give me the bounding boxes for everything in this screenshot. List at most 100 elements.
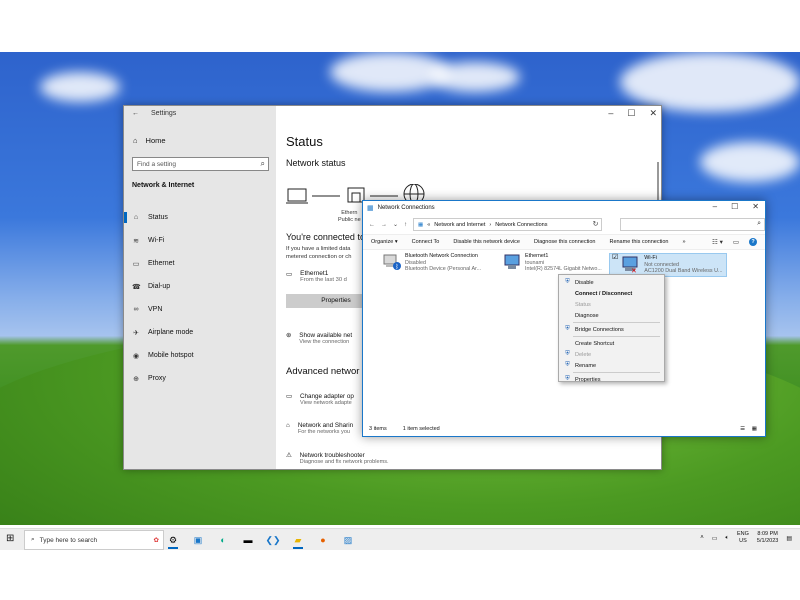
search-input[interactable]: ⌕ — [620, 218, 765, 231]
connection-device: Intel(R) 82574L Gigabit Netwo... — [525, 266, 602, 272]
details-view-icon[interactable]: ☰ — [740, 426, 745, 432]
large-icons-view-icon[interactable]: ▦ — [752, 426, 757, 432]
organize-button[interactable]: Organize ▾ — [371, 239, 398, 245]
show-hidden-icons-icon[interactable]: ˄ — [700, 535, 704, 541]
ethernet-usage-sub: From the last 30 d — [300, 277, 347, 283]
input-language-indicator[interactable]: ENG US — [737, 531, 749, 545]
menu-item-bridge[interactable]: ⛨ Bridge Connections — [559, 324, 664, 335]
maximize-icon[interactable]: ☐ — [731, 202, 738, 211]
connection-bluetooth[interactable]: ᛒ Bluetooth Network Connection Disabled … — [383, 253, 481, 273]
control-panel-app-icon[interactable]: ▣ — [190, 531, 206, 549]
photos-app-icon[interactable]: ▨ — [340, 531, 356, 549]
volume-icon[interactable]: 🔈︎ — [725, 535, 729, 542]
back-icon[interactable]: ← — [369, 222, 375, 228]
connect-to-button[interactable]: Connect To — [412, 239, 440, 245]
home-network-icon: ⌂ — [133, 214, 139, 221]
find-setting-input[interactable]: Find a setting ⌕ — [132, 157, 269, 171]
nav-item-label: Airplane mode — [148, 329, 194, 336]
nav-item-airplane[interactable]: ✈ Airplane mode — [124, 321, 276, 344]
lang-line1: ENG — [736, 531, 749, 537]
forward-icon[interactable]: → — [381, 222, 387, 228]
ethernet-name: Ethernet1 — [300, 270, 329, 277]
back-arrow-icon[interactable]: ← — [132, 110, 139, 117]
more-commands-button[interactable]: » — [682, 239, 685, 245]
menu-item-connect-disconnect[interactable]: Connect / Disconnect — [559, 288, 664, 299]
connection-name: Bluetooth Network Connection — [405, 253, 478, 259]
rename-button[interactable]: Rename this connection — [609, 239, 668, 245]
wifi-adapter-icon: ✕ — [622, 256, 638, 273]
settings-app-icon[interactable]: ⚙ — [165, 531, 181, 549]
network-folder-icon: ▦ — [367, 205, 374, 212]
ethernet-usage-row: ▭ Ethernet1 From the last 30 d — [286, 270, 347, 283]
firefox-icon[interactable]: ● — [315, 531, 331, 549]
nav-item-vpn[interactable]: ∞ VPN — [124, 298, 276, 321]
menu-item-properties[interactable]: ⛨ Properties — [559, 374, 664, 385]
network-tray-icon[interactable]: ▭ — [712, 535, 718, 542]
up-icon[interactable]: ↑ — [404, 222, 407, 228]
menu-item-rename[interactable]: ⛨ Rename — [559, 360, 664, 371]
menu-item-disable[interactable]: ⛨ Disable — [559, 277, 664, 288]
notifications-icon[interactable]: ▤ — [786, 535, 792, 542]
connection-wifi[interactable]: ☑ ✕ Wi-Fi Not connected AC1200 Dual Band… — [609, 253, 728, 277]
preview-pane-icon[interactable]: ▭ — [733, 238, 739, 246]
edge-browser-icon[interactable]: ◐ — [215, 531, 231, 549]
maximize-icon[interactable]: ☐ — [627, 108, 635, 119]
sharing-center-link[interactable]: ⌂ Network and Sharin For the networks you — [286, 422, 353, 435]
network-status-heading: Network status — [286, 158, 346, 168]
close-icon[interactable]: ✕ — [752, 202, 759, 211]
file-explorer-icon[interactable]: ▰ — [290, 531, 306, 549]
recent-chevron-icon[interactable]: ⌄ — [393, 221, 398, 228]
breadcrumb-item[interactable]: Network and Internet — [434, 222, 485, 228]
vscode-icon[interactable]: ❮❯ — [265, 531, 281, 549]
view-options-icon[interactable]: ☷ ▾ — [712, 238, 723, 246]
breadcrumb-separator-icon: › — [489, 221, 492, 228]
nav-item-label: Mobile hotspot — [148, 352, 194, 359]
disable-device-button[interactable]: Disable this network device — [453, 239, 520, 245]
minimize-icon[interactable]: – — [608, 108, 613, 119]
menu-separator — [573, 322, 660, 323]
hotspot-icon: ◉ — [132, 352, 140, 360]
menu-item-label: Status — [575, 301, 591, 308]
refresh-icon[interactable]: ↻ — [593, 220, 599, 228]
checkbox-icon[interactable]: ☑ — [612, 254, 618, 275]
nav-item-proxy[interactable]: ⊕ Proxy — [124, 367, 276, 390]
clock[interactable]: 8:09 PM 5/1/2023 — [757, 531, 778, 545]
show-networks-link[interactable]: ⊛ Show available net View the connection — [286, 332, 352, 345]
clock-time: 8:09 PM — [757, 531, 778, 537]
diagram-label-line1: Ethern — [341, 210, 358, 216]
troubleshooter-link[interactable]: ⚠ Network troubleshooter Diagnose and fix… — [286, 452, 389, 465]
help-icon[interactable]: ? — [749, 238, 757, 246]
minimize-icon[interactable]: – — [713, 202, 717, 211]
address-bar[interactable]: ▦ « Network and Internet › Network Conne… — [413, 218, 603, 231]
menu-item-create-shortcut[interactable]: Create Shortcut — [559, 338, 664, 349]
menu-item-label: Disable — [575, 279, 594, 286]
close-icon[interactable]: ✕ — [649, 108, 657, 119]
nav-item-wifi[interactable]: ≋ Wi-Fi — [124, 229, 276, 252]
change-adapter-link[interactable]: ▭ Change adapter op View network adapte — [286, 393, 354, 406]
vpn-icon: ∞ — [133, 306, 139, 313]
terminal-app-icon[interactable]: ▬ — [240, 531, 256, 549]
menu-item-label: Rename — [575, 362, 597, 369]
nav-item-ethernet[interactable]: ▭ Ethernet — [124, 252, 276, 275]
nav-item-label: Status — [148, 214, 168, 221]
nav-item-label: Wi-Fi — [148, 237, 165, 244]
diagnose-button[interactable]: Diagnose this connection — [534, 239, 595, 245]
settings-nav: ⌂ Status ≋ Wi-Fi ▭ Ethernet ☎ Dial-up ∞ VPN ✈… — [124, 206, 276, 390]
settings-sidebar: ← Settings ⌂ Home Find a setting ⌕ Netwo… — [124, 106, 276, 469]
shield-icon: ⛨ — [565, 362, 570, 368]
menu-item-diagnose[interactable]: Diagnose — [559, 310, 664, 321]
link-title: Network troubleshooter — [299, 452, 365, 459]
nav-item-dialup[interactable]: ☎ Dial-up — [124, 275, 276, 298]
home-link[interactable]: ⌂ Home — [133, 136, 166, 145]
connection-ethernet1[interactable]: Ethernet1 tounami Intel(R) 82574L Gigabi… — [503, 253, 605, 273]
monitor-icon: ▭ — [286, 271, 293, 278]
windows-start-icon[interactable]: ⊞ — [6, 533, 14, 544]
system-tray: ˄ ▭ 🔈︎ ENG US 8:09 PM 5/1/2023 ▤ — [700, 531, 792, 545]
breadcrumb-item[interactable]: Network Connections — [495, 222, 547, 228]
lang-line2: US — [739, 538, 747, 544]
menu-item-label: Properties — [575, 376, 601, 383]
nav-item-status[interactable]: ⌂ Status — [124, 206, 276, 229]
taskbar-search-box[interactable]: ⌕ Type here to search ✿ — [24, 530, 164, 550]
menu-item-label: Bridge Connections — [575, 326, 624, 333]
nav-item-hotspot[interactable]: ◉ Mobile hotspot — [124, 344, 276, 367]
